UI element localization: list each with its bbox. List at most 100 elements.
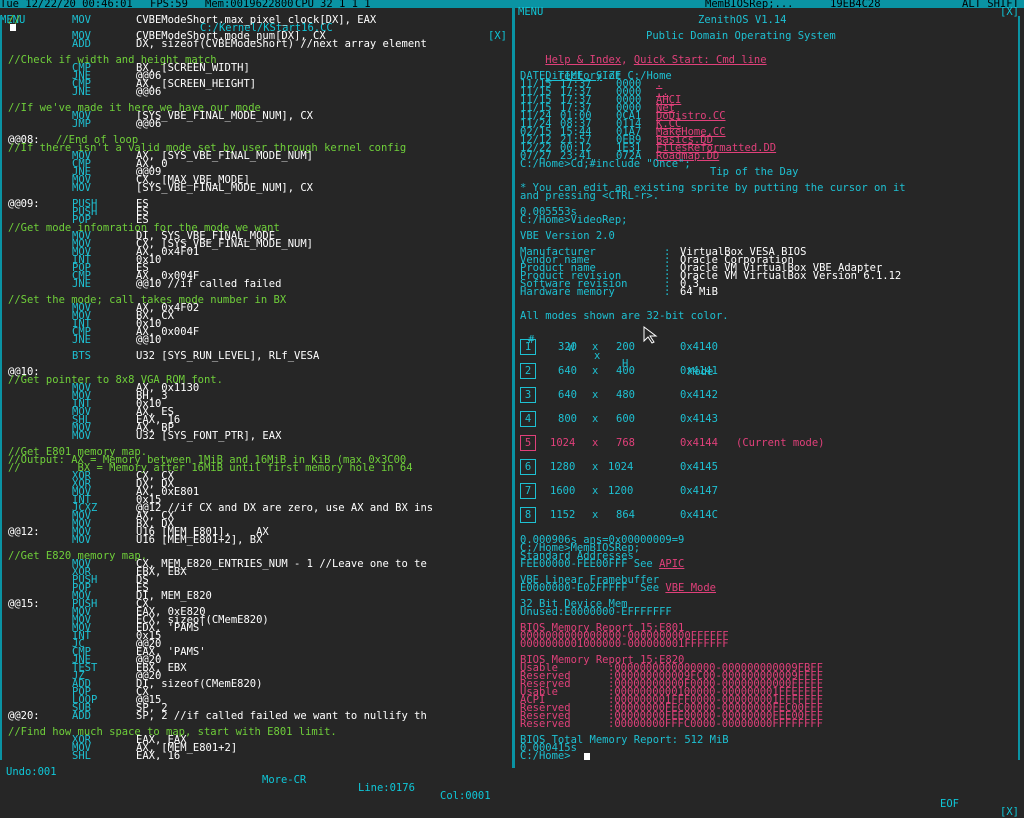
mode-cell: x (592, 461, 599, 473)
mode-cell: x (592, 341, 599, 353)
mode-number-button[interactable]: 8 (520, 507, 536, 523)
vbe-info-row: Hardware memory:64 MiB (520, 286, 718, 298)
mode-number-button[interactable]: 5 (520, 435, 536, 451)
code-instruction: MOV (72, 182, 91, 194)
os-name: ZenithOS V1.14 (698, 14, 787, 26)
terminal-output[interactable]: ZenithOS V1.14 Public Domain Operating S… (518, 8, 1024, 760)
mode-cell: 1200 (608, 485, 634, 497)
mode-cell: 1024 (550, 437, 576, 449)
mode-cell: 200 (616, 341, 635, 353)
cmd-videorep: C:/Home>VideoRep; (520, 214, 628, 226)
code-comment: // BX = Memory after 16MiB until first m… (8, 462, 413, 474)
e820-row: Reserved:00000000FFFC0000-00000000FFFFFF… (520, 718, 823, 730)
code-operand: @@12 //if CX and DX are zero, use AX and… (136, 502, 434, 514)
cmd-include: C:/Home>Cd;#include "Once"; (520, 158, 691, 170)
mode-cell: 0x414C (680, 509, 718, 521)
mode-number-button[interactable]: 3 (520, 387, 536, 403)
code-operand: CVBEModeShort.max_pixel_clock[DX], EAX (136, 14, 377, 26)
mode-cell: 1600 (550, 485, 576, 497)
mode-cell: 0x4143 (680, 413, 718, 425)
code-operand: U32 [SYS_FONT_PTR], EAX (136, 430, 282, 442)
code-instruction: MOV (72, 14, 91, 26)
modes-note: All modes shown are 32-bit color. (520, 310, 729, 322)
window-divider[interactable] (512, 8, 515, 768)
code-operand: U16 [MEM_E801+2], BX (136, 534, 263, 546)
mode-cell: 800 (558, 413, 577, 425)
video-mode-row[interactable]: 4 800 x 600 0x4143 (518, 411, 1018, 429)
bottom-status-bar: Undo:001 More-CR Line:0176 Col:0001 EOF … (0, 760, 1024, 818)
code-label: @@20: (8, 710, 40, 722)
mode-number-button[interactable]: 4 (520, 411, 536, 427)
code-instruction: ADD (72, 38, 91, 50)
os-subtitle: Public Domain Operating System (646, 30, 836, 42)
mode-cell: x (592, 485, 599, 497)
apic-link[interactable]: APIC (659, 558, 684, 570)
e801-line-2: 0000000001000000-000000001FFFFFFF (520, 638, 729, 650)
bottom-right-close[interactable]: [X] (1000, 807, 1019, 818)
code-comment: // (8, 14, 21, 26)
video-mode-row[interactable]: 6 1280 x 1024 0x4145 (518, 459, 1018, 477)
mode-cell: 0x4147 (680, 485, 718, 497)
mode-cell: 600 (616, 413, 635, 425)
date-time: Tue 12/22/20 00:46:01 (0, 0, 133, 10)
mode-cell: 768 (616, 437, 635, 449)
video-mode-row[interactable]: 3 640 x 480 0x4142 (518, 387, 1018, 405)
mode-number-button[interactable]: 1 (520, 339, 536, 355)
code-instruction: BTS (72, 350, 91, 362)
code-operand: U32 [SYS_RUN_LEVEL], RLf_VESA (136, 350, 320, 362)
video-mode-row[interactable]: 5 1024 x 768 0x4144 (Current mode) (518, 435, 1018, 453)
video-mode-row[interactable]: 7 1600 x 1200 0x4147 (518, 483, 1018, 501)
code-label: @@15: (8, 598, 40, 610)
tip-text-2: and pressing <CTRL-r>. (520, 190, 660, 202)
code-operand: @@06 (136, 118, 162, 130)
vbe-mode-link[interactable]: VBE Mode (665, 582, 716, 594)
video-mode-row[interactable]: 8 1152 x 864 0x414C (518, 507, 1018, 525)
mode-cell: x (592, 413, 599, 425)
memory-counter: Mem:0019622800 (205, 0, 294, 10)
undo-status: Undo:001 (6, 766, 57, 778)
code-operand: @@10 (136, 334, 162, 346)
code-operand: DI, sizeof(CMemE820) (136, 678, 263, 690)
code-instruction: JMP (72, 118, 91, 130)
code-instruction: SHL (72, 750, 91, 760)
mode-cell: 0x4141 (680, 365, 718, 377)
mode-cell: 0x4145 (680, 461, 718, 473)
mode-cell: 320 (558, 341, 577, 353)
code-operand: DX, sizeof(CVBEModeShort) //next array e… (136, 38, 427, 50)
top-status-bar: Tue 12/22/20 00:46:01 FPS:59 Mem:0019622… (0, 0, 1024, 10)
mouse-pointer-icon (643, 326, 658, 344)
command-prompt[interactable]: C:/Home> (520, 751, 571, 760)
tip-title: Tip of the Day (710, 166, 799, 178)
mode-cell: x (592, 389, 599, 401)
mode-cell: 480 (616, 389, 635, 401)
mode-cell: 1280 (550, 461, 576, 473)
more-cr-status: More-CR (262, 774, 307, 786)
mode-cell: 640 (558, 365, 577, 377)
code-instruction: ADD (72, 710, 91, 722)
source-editor[interactable]: // MOV CVBEModeShort.max_pixel_clock[DX], … (0, 8, 512, 760)
cpu-label: CPU (295, 0, 314, 10)
mode-number-button[interactable]: 7 (520, 483, 536, 499)
right-text-cursor (584, 753, 590, 760)
task-title[interactable]: MemBIOSRep;... (705, 0, 794, 9)
video-mode-row[interactable]: 1 320 x 200 0x4140 (518, 339, 1018, 357)
mode-number-button[interactable]: 6 (520, 459, 536, 475)
mode-cell: 1024 (608, 461, 634, 473)
code-instruction: JNE (72, 334, 91, 346)
code-operand: @@10 //if called failed (136, 278, 282, 290)
code-operand: @@06 (136, 86, 162, 98)
line-status: Line:0176 (358, 782, 415, 794)
code-instruction: JNE (72, 86, 91, 98)
task-address: 19EB4C28 (830, 0, 881, 10)
dev-mem-line: Unused:E0000000-EFFFFFFF (520, 606, 672, 618)
mode-cell: 0x4140 (680, 341, 718, 353)
mode-cell: 864 (616, 509, 635, 521)
help-links-row: Help & Index, Quick Start: Cmd line (545, 54, 767, 66)
mode-cell: x (592, 509, 599, 521)
mode-cell: x (592, 365, 599, 377)
mode-cell: 1152 (550, 509, 576, 521)
code-label: @@12: (8, 526, 40, 538)
mode-number-button[interactable]: 2 (520, 363, 536, 379)
video-mode-row[interactable]: 2 640 x 400 0x4141 (518, 363, 1018, 381)
mode-cell: x (592, 437, 599, 449)
